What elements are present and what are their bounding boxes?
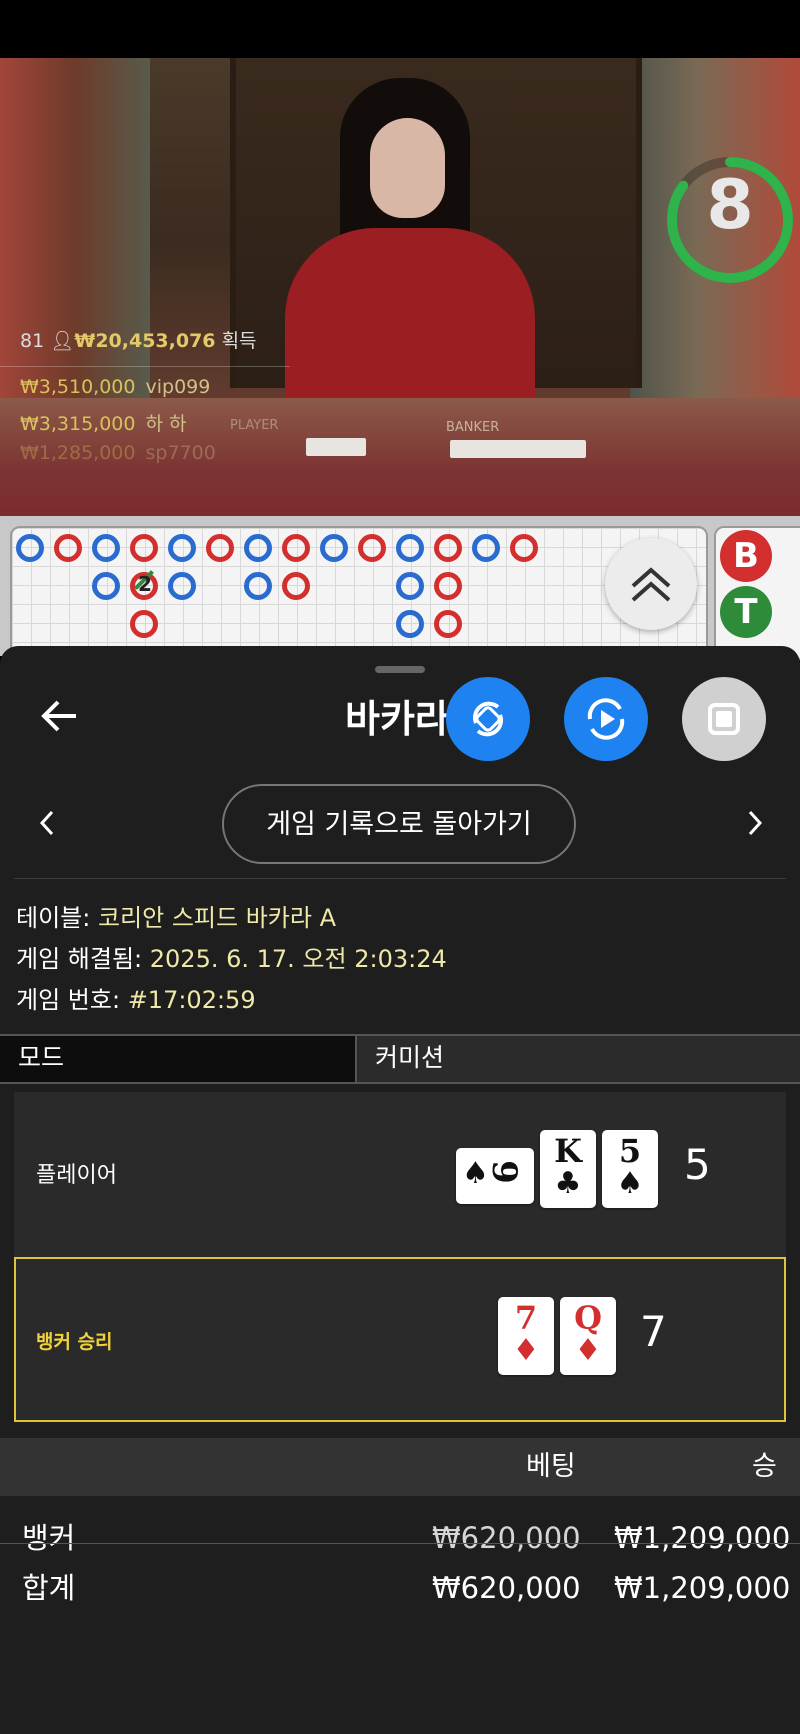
double-chevron-up-icon	[631, 567, 671, 602]
game-number-info: 게임 번호: #17:02:59	[16, 986, 256, 1014]
player-score: 5	[684, 1140, 711, 1189]
winners-total: 81 👤︎₩20,453,076 획득	[20, 326, 257, 353]
game-history-panel: 바카라 게임 기록으로 돌아가기 테이블: 코리안 스피드 바카라 A 게임 해…	[0, 646, 800, 1734]
table-info: 테이블: 코리안 스피드 바카라 A	[16, 904, 336, 932]
row-divider	[0, 1543, 800, 1544]
bead-road[interactable]: B T	[714, 526, 800, 660]
bets-table-header: 베팅 승	[0, 1438, 800, 1496]
resolved-info: 게임 해결됨: 2025. 6. 17. 오전 2:03:24	[16, 945, 447, 973]
countdown-timer: 8	[665, 148, 793, 288]
bead-tie: T	[720, 586, 772, 638]
player-card-1: ♠ 9	[456, 1148, 534, 1204]
banker-score: 7	[640, 1307, 667, 1356]
arrow-left-icon	[41, 700, 76, 732]
banker-win-label: 뱅커 승리	[36, 1331, 113, 1353]
chevron-left-icon	[39, 810, 54, 836]
winners-divider	[0, 366, 290, 367]
back-to-history-button[interactable]: 게임 기록으로 돌아가기	[222, 784, 576, 864]
table-banker-cards	[450, 440, 586, 458]
table-banker-label: BANKER	[446, 420, 500, 435]
dealer-face	[370, 118, 445, 218]
previous-game-button[interactable]	[32, 806, 62, 840]
live-video: PLAYER BANKER 81 👤︎₩20,453,076 획득 ₩3,510…	[0, 58, 800, 516]
tab-bar: 모드 커미션	[0, 1034, 800, 1084]
table-row: 뱅커 ₩620,000 ₩1,209,000	[22, 1521, 791, 1555]
winners-overlay: 81 👤︎₩20,453,076 획득 ₩3,510,000 vip099 ₩3,…	[0, 308, 290, 464]
countdown-number: 8	[706, 166, 754, 245]
replay-button[interactable]	[564, 677, 648, 761]
player-label: 플레이어	[36, 1163, 117, 1188]
winner-row: ₩1,285,000 sp7700	[20, 442, 216, 464]
banker-win-box: 뱅커 승리 7 ♦ Q ♦ 7	[14, 1257, 786, 1422]
next-game-button[interactable]	[740, 806, 770, 840]
player-card-3: 5 ♠	[602, 1130, 658, 1208]
back-button[interactable]	[40, 696, 80, 736]
divider	[14, 878, 786, 879]
rotate-icon	[472, 701, 504, 737]
bead-banker: B	[720, 530, 772, 582]
page-title: 바카라	[345, 697, 450, 741]
hands-result: 플레이어 ♠ 9 K ♣ 5 ♠ 5 뱅커 승리 7 ♦ Q ♦ 7	[14, 1092, 786, 1422]
total-won: ₩20,453,076	[74, 330, 216, 352]
banker-card-1: 7 ♦	[498, 1297, 554, 1375]
big-road[interactable]: 2	[10, 526, 708, 660]
person-icon: 👤︎	[50, 330, 75, 352]
col-win: 승	[752, 1451, 777, 1482]
col-bet: 베팅	[526, 1451, 576, 1482]
tie-count: 2	[138, 572, 152, 596]
table-row: 합계 ₩620,000 ₩1,209,000	[22, 1571, 791, 1605]
player-card-2: K ♣	[540, 1130, 596, 1208]
stop-button[interactable]	[682, 677, 766, 761]
expand-roadmap-button[interactable]	[605, 538, 697, 630]
tab-commission[interactable]: 커미션	[357, 1036, 800, 1082]
chevron-right-icon	[748, 810, 763, 836]
total-suffix: 획득	[221, 330, 257, 352]
winner-row: ₩3,315,000 하 하	[20, 413, 187, 435]
banker-card-2: Q ♦	[560, 1297, 616, 1375]
winner-row: ₩3,510,000 vip099	[20, 376, 211, 398]
sync-button[interactable]	[446, 677, 530, 761]
stop-icon	[708, 703, 740, 735]
players-count: 81	[20, 330, 45, 352]
sheet-drag-handle[interactable]	[375, 666, 425, 673]
tab-mode[interactable]: 모드	[0, 1036, 355, 1082]
replay-icon	[587, 698, 625, 740]
table-player-cards	[306, 438, 366, 456]
